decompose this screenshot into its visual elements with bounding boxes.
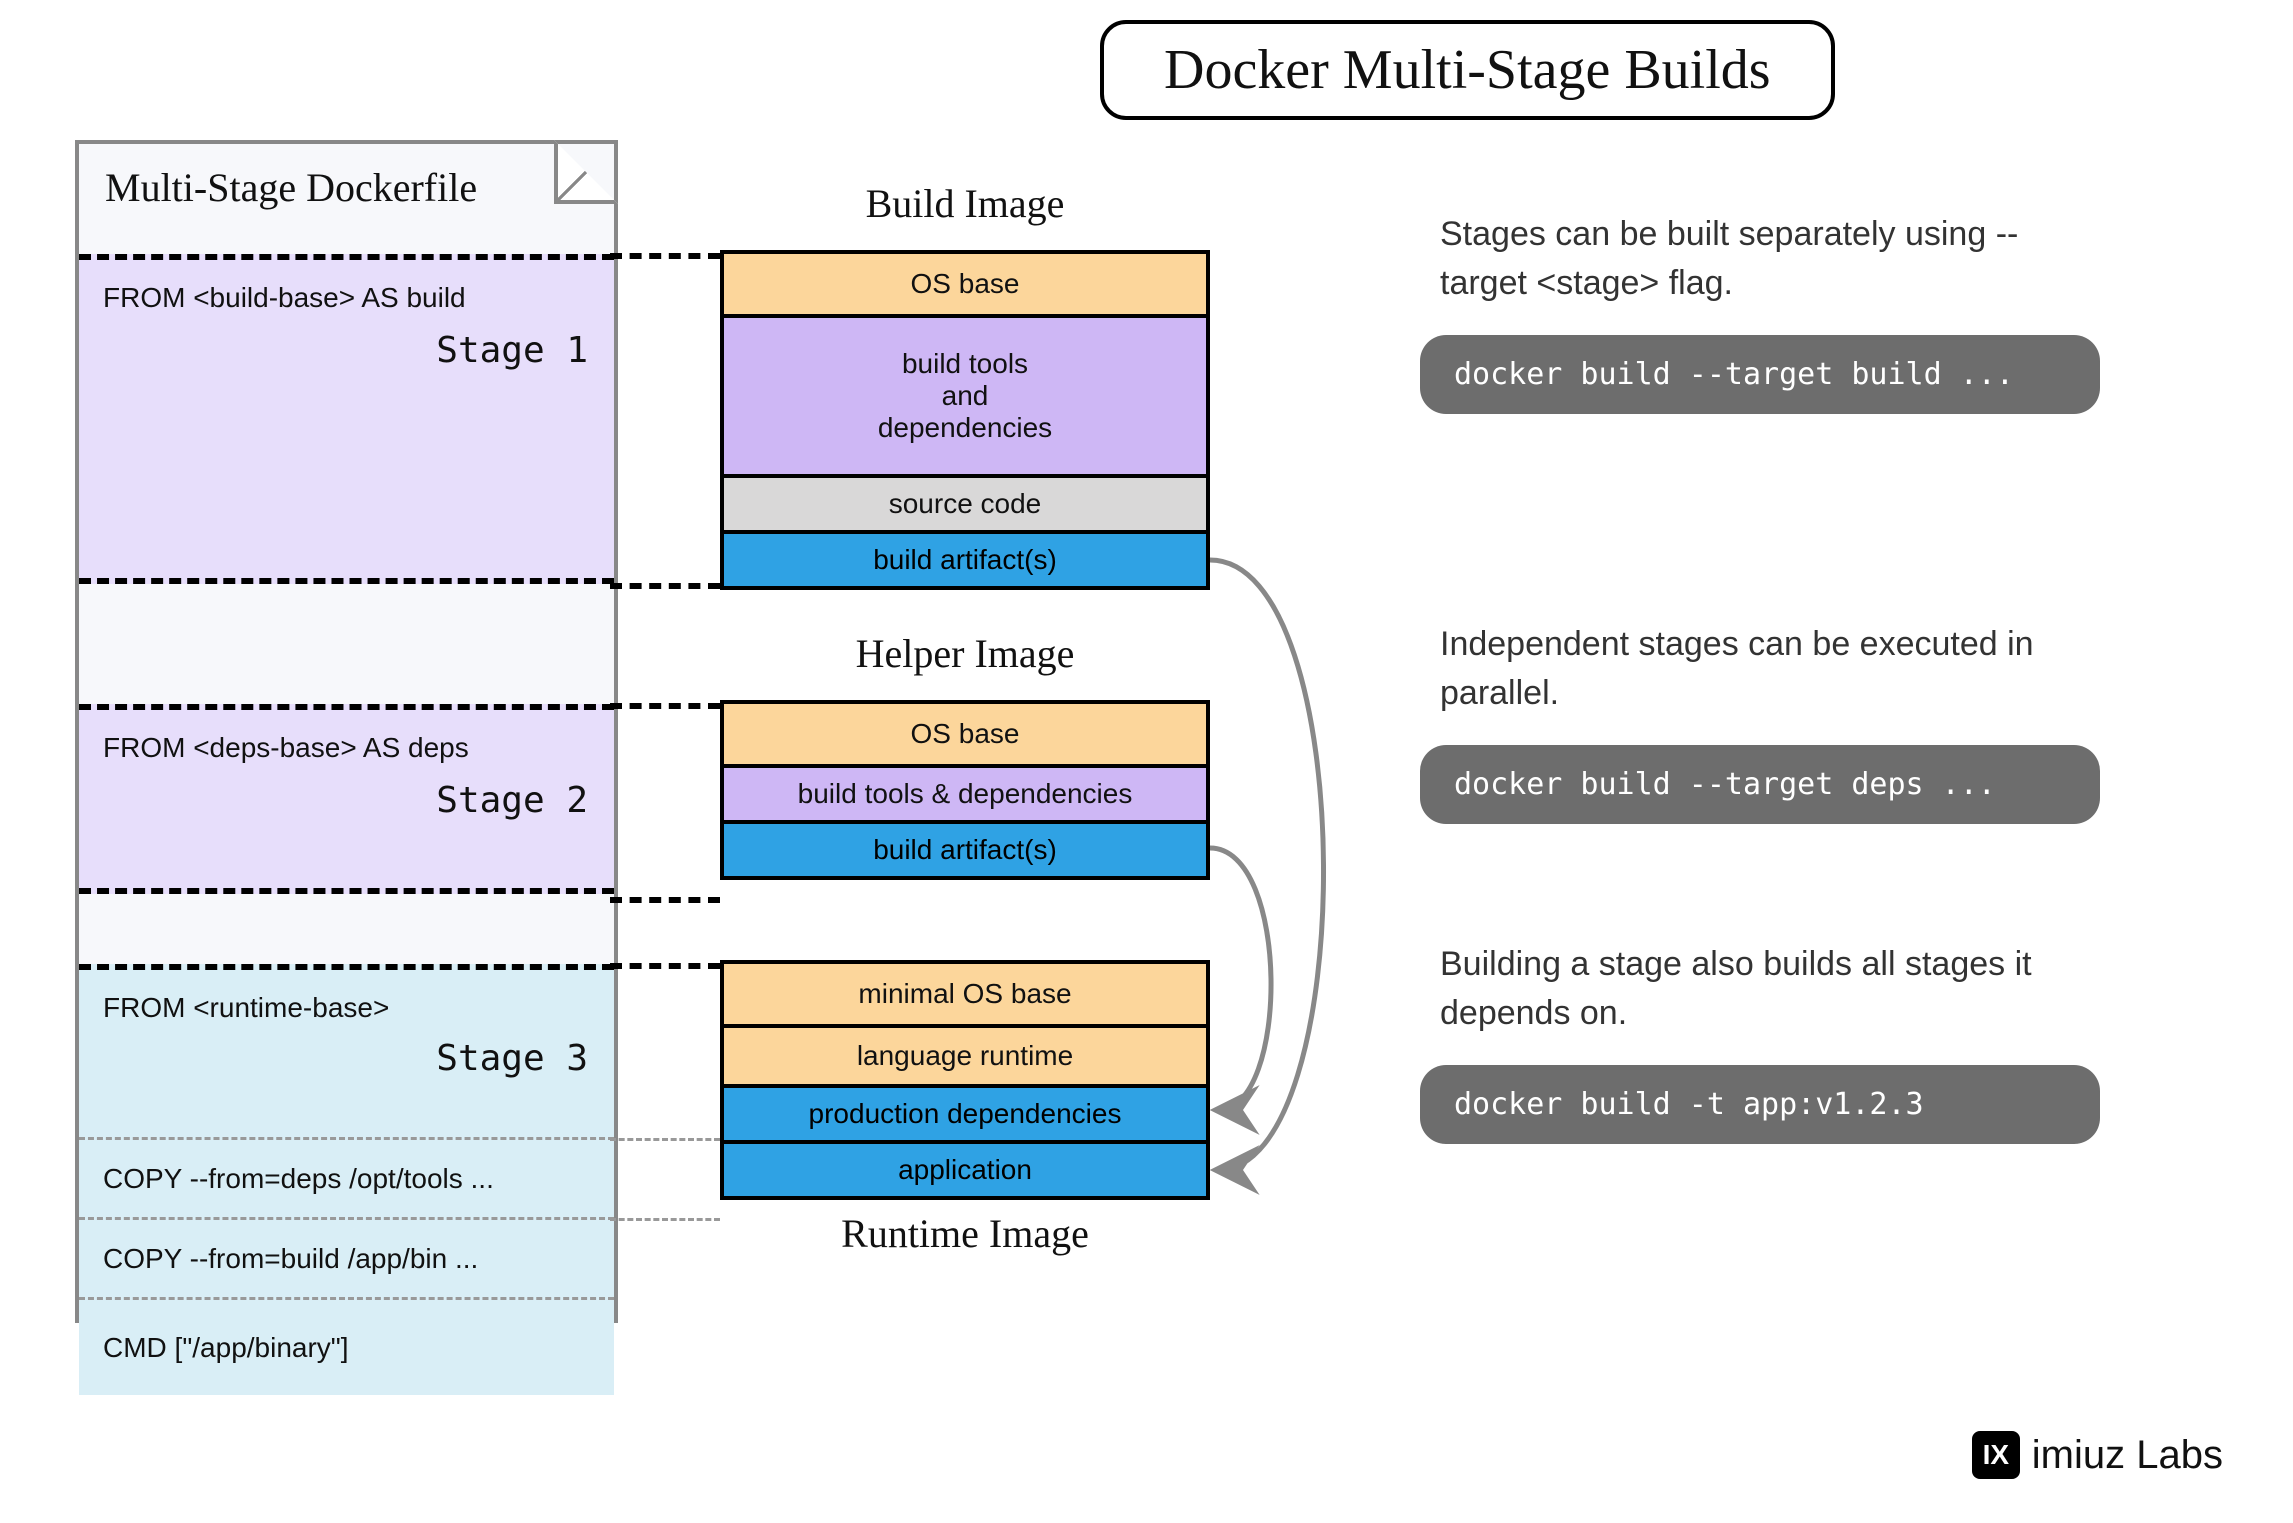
stage-1-label: Stage 1	[436, 330, 588, 371]
build-image-title: Build Image	[720, 180, 1210, 227]
layer: OS base	[724, 254, 1206, 314]
stage-3-cmd: CMD ["/app/binary"]	[79, 1300, 614, 1395]
connector	[610, 703, 720, 709]
dockerfile-paper: Multi-Stage Dockerfile FROM <build-base>…	[75, 140, 618, 1323]
runtime-image-stack: minimal OS base language runtime product…	[720, 960, 1210, 1200]
page-title: Docker Multi-Stage Builds	[1100, 20, 1835, 120]
connector	[610, 1138, 720, 1141]
brand-logo-icon: IX	[1972, 1431, 2020, 1479]
connector	[610, 583, 720, 589]
helper-image-title: Helper Image	[720, 630, 1210, 677]
brand: IX imiuz Labs	[1972, 1431, 2223, 1479]
layer-runtime-deps: production dependencies	[724, 1084, 1206, 1140]
code-2: docker build --target deps ...	[1420, 745, 2100, 824]
stage-1-from: FROM <build-base> AS build	[103, 282, 614, 314]
layer: minimal OS base	[724, 964, 1206, 1024]
layer: language runtime	[724, 1024, 1206, 1084]
stage-2-from: FROM <deps-base> AS deps	[103, 732, 614, 764]
layer: source code	[724, 474, 1206, 530]
layer: build tools & dependencies	[724, 764, 1206, 820]
code-1: docker build --target build ...	[1420, 335, 2100, 414]
stage-3-from: FROM <runtime-base>	[103, 992, 614, 1024]
brand-name: imiuz Labs	[2032, 1433, 2223, 1478]
connector	[610, 963, 720, 969]
connector	[610, 253, 720, 259]
build-image-stack: OS base build tools and dependencies sou…	[720, 250, 1210, 590]
helper-image-stack: OS base build tools & dependencies build…	[720, 700, 1210, 880]
connector	[610, 897, 720, 903]
stage-3-copy-deps: COPY --from=deps /opt/tools ...	[79, 1140, 614, 1220]
connector	[610, 1218, 720, 1221]
layer: OS base	[724, 704, 1206, 764]
note-3: Building a stage also builds all stages …	[1440, 940, 2080, 1039]
layer: build tools and dependencies	[724, 314, 1206, 474]
runtime-image-title: Runtime Image	[720, 1210, 1210, 1257]
note-1: Stages can be built separately using --t…	[1440, 210, 2080, 309]
layer-build-artifact: build artifact(s)	[724, 530, 1206, 586]
dockerfile-heading: Multi-Stage Dockerfile	[105, 164, 614, 211]
stage-3-label: Stage 3	[436, 1038, 588, 1079]
layer-runtime-app: application	[724, 1140, 1206, 1196]
code-3: docker build -t app:v1.2.3	[1420, 1065, 2100, 1144]
note-2: Independent stages can be executed in pa…	[1440, 620, 2080, 719]
stage-2: FROM <deps-base> AS deps Stage 2	[79, 704, 614, 894]
stage-2-label: Stage 2	[436, 780, 588, 821]
stage-1: FROM <build-base> AS build Stage 1	[79, 254, 614, 584]
stage-3: FROM <runtime-base> Stage 3	[79, 964, 614, 1140]
stage-3-copy-build: COPY --from=build /app/bin ...	[79, 1220, 614, 1300]
layer-helper-artifact: build artifact(s)	[724, 820, 1206, 876]
